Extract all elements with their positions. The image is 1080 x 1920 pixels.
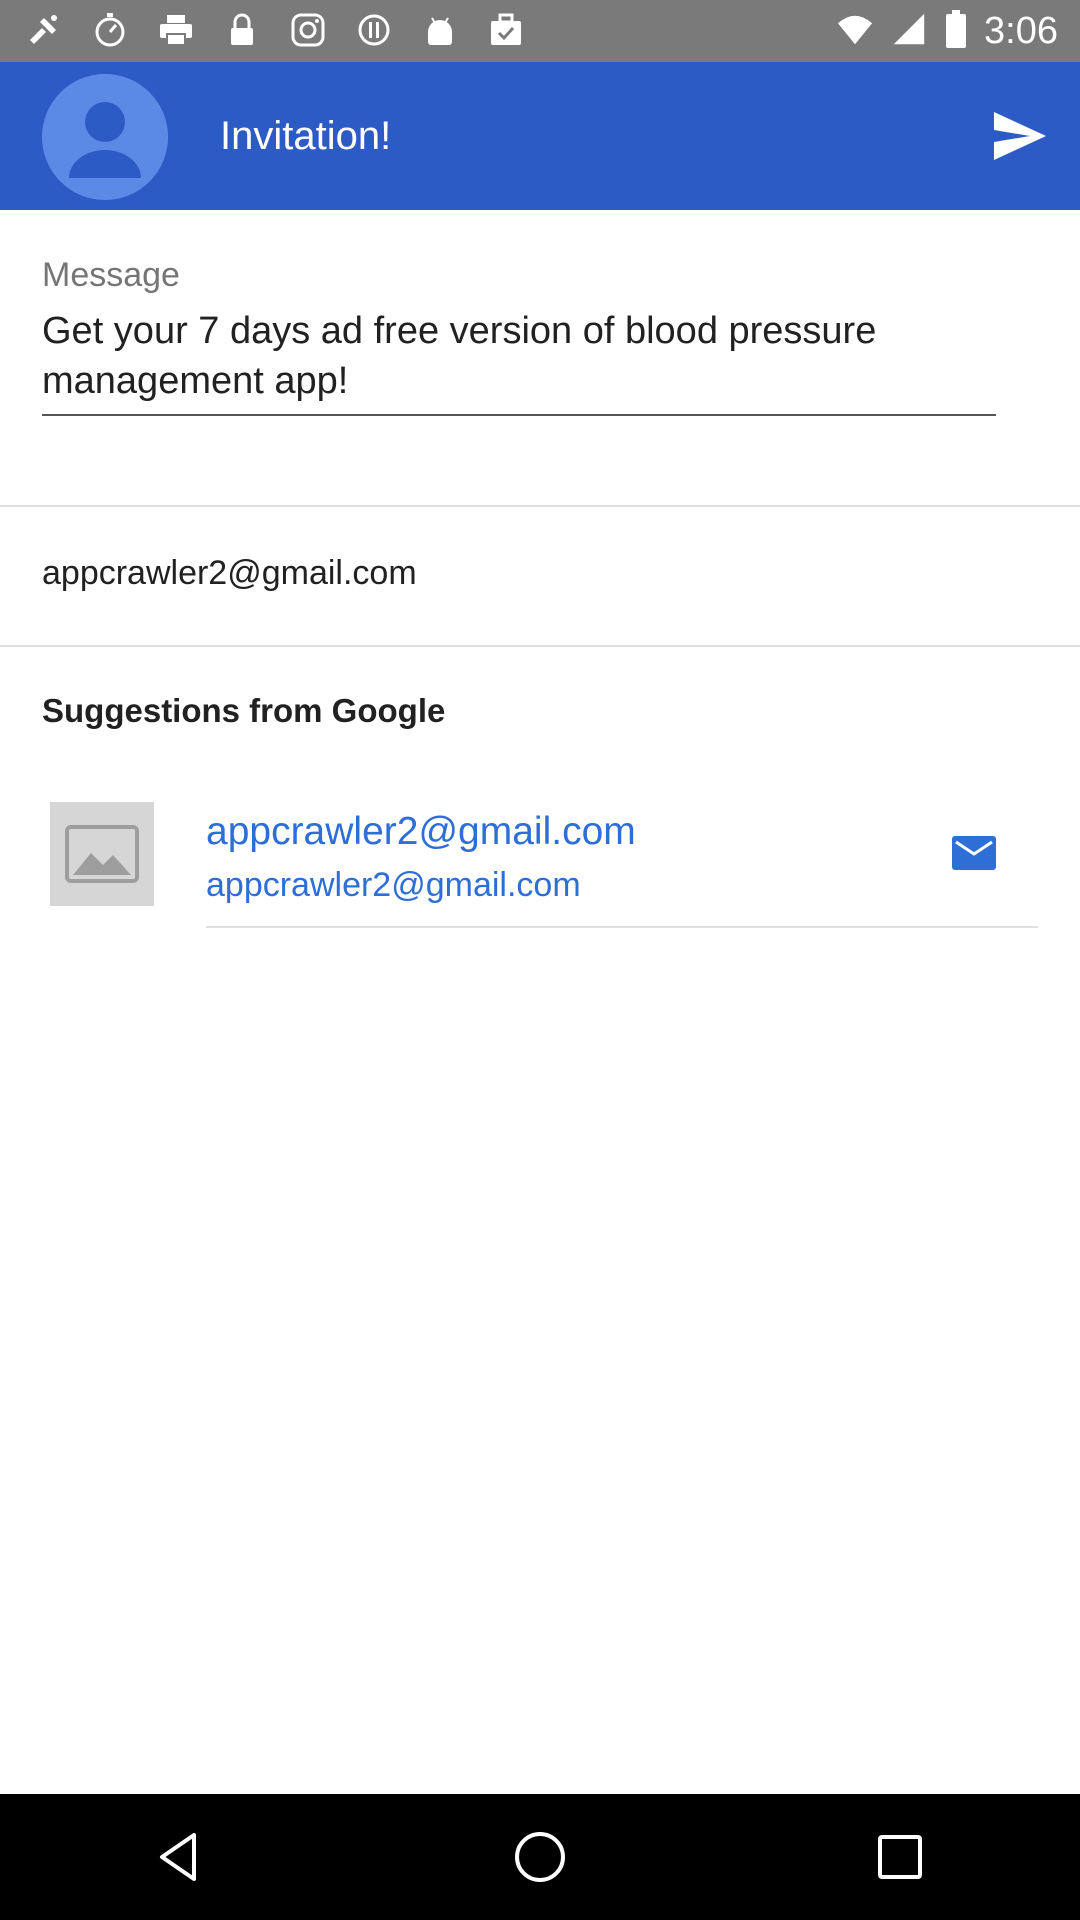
back-button[interactable] [140, 1817, 220, 1897]
suggestions-title: Suggestions from Google [42, 692, 446, 729]
recents-button[interactable] [860, 1817, 940, 1897]
page-title: Invitation! [220, 114, 392, 158]
satellite-icon [24, 10, 64, 50]
instagram-icon [288, 10, 328, 50]
status-right: 3:06 [836, 0, 1058, 62]
home-circle-icon [515, 1832, 565, 1882]
message-input[interactable]: Get your 7 days ad free version of blood… [42, 306, 996, 416]
info-icon [354, 10, 394, 50]
battery-icon [944, 9, 968, 54]
status-time: 3:06 [984, 9, 1058, 52]
send-button[interactable] [990, 106, 1050, 166]
app-bar: Invitation! [0, 62, 1080, 210]
divider [0, 645, 1080, 647]
image-placeholder-icon [65, 825, 139, 883]
send-icon [994, 112, 1046, 160]
back-triangle-icon [160, 1833, 196, 1881]
signal-icon [890, 10, 928, 53]
mail-icon [952, 836, 996, 870]
contact-photo [50, 802, 154, 906]
recipient-field[interactable]: appcrawler2@gmail.com [42, 554, 417, 593]
status-icons [24, 10, 526, 50]
briefcase-check-icon [486, 10, 526, 50]
stopwatch-icon [90, 10, 130, 50]
avatar[interactable] [42, 74, 168, 200]
wifi-icon [836, 10, 874, 53]
printer-icon [156, 10, 196, 50]
suggestion-divider [206, 926, 1038, 928]
home-button[interactable] [500, 1817, 580, 1897]
suggestion-name: appcrawler2@gmail.com [206, 810, 636, 853]
person-icon [42, 74, 168, 200]
android-icon [420, 10, 460, 50]
lock-icon [222, 10, 262, 50]
message-label: Message [42, 256, 180, 294]
status-bar: 3:06 [0, 0, 1080, 62]
divider [0, 505, 1080, 507]
navigation-bar [0, 1794, 1080, 1920]
recents-square-icon [878, 1835, 922, 1879]
suggestion-item[interactable]: appcrawler2@gmail.com appcrawler2@gmail.… [0, 800, 1080, 930]
suggestion-email: appcrawler2@gmail.com [206, 866, 581, 904]
